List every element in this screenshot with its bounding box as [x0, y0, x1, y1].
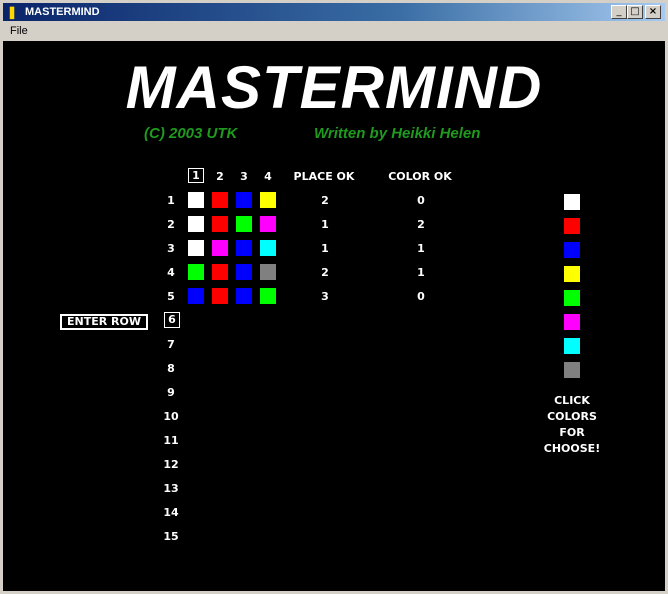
guess-peg — [212, 216, 228, 232]
row-number: 6 — [164, 312, 180, 328]
color-ok-value: 0 — [417, 290, 425, 303]
guess-peg — [236, 240, 252, 256]
palette-color-yellow[interactable] — [564, 266, 580, 282]
column-header-1: 1 — [188, 168, 204, 183]
row-number: 13 — [163, 482, 179, 495]
close-button[interactable]: × — [645, 5, 661, 19]
guess-peg — [260, 288, 276, 304]
palette-color-blue[interactable] — [564, 242, 580, 258]
row-number: 3 — [167, 242, 175, 255]
row-number: 1 — [167, 194, 175, 207]
guess-peg — [236, 288, 252, 304]
title-bar[interactable]: ❚ MASTERMIND _ □ × — [3, 3, 665, 21]
palette-color-cyan[interactable] — [564, 338, 580, 354]
guess-peg — [236, 192, 252, 208]
place-ok-value: 1 — [321, 218, 329, 231]
row-number: 11 — [163, 434, 179, 447]
game-board: MASTERMIND (C) 2003 UTK Written by Heikk… — [3, 41, 665, 591]
color-ok-value: 0 — [417, 194, 425, 207]
app-icon[interactable]: ❚ — [7, 5, 17, 19]
row-number: 5 — [167, 290, 175, 303]
place-ok-value: 1 — [321, 242, 329, 255]
row-number: 10 — [163, 410, 179, 423]
guess-peg — [212, 288, 228, 304]
hint-line: COLORS — [547, 410, 597, 423]
copyright-text: (C) 2003 UTK — [144, 125, 238, 142]
place-ok-value: 2 — [321, 194, 329, 207]
column-header-2: 2 — [216, 170, 224, 183]
color-ok-value: 1 — [417, 242, 425, 255]
row-number: 7 — [167, 338, 175, 351]
place-ok-value: 2 — [321, 266, 329, 279]
row-number: 9 — [167, 386, 175, 399]
color-ok-header: COLOR OK — [388, 170, 452, 183]
column-header-4: 4 — [264, 170, 272, 183]
palette-color-magenta[interactable] — [564, 314, 580, 330]
guess-peg — [260, 240, 276, 256]
guess-peg — [260, 216, 276, 232]
guess-peg — [188, 288, 204, 304]
hint-line: CHOOSE! — [543, 442, 601, 455]
maximize-button[interactable]: □ — [627, 5, 643, 19]
guess-peg — [188, 192, 204, 208]
game-title: MASTERMIND — [125, 54, 543, 121]
palette-color-white[interactable] — [564, 194, 580, 210]
row-number: 8 — [167, 362, 175, 375]
guess-peg — [212, 240, 228, 256]
color-ok-value: 2 — [417, 218, 425, 231]
minimize-button[interactable]: _ — [611, 5, 627, 19]
color-ok-value: 1 — [417, 266, 425, 279]
guess-peg — [188, 216, 204, 232]
guess-peg — [260, 264, 276, 280]
menu-file[interactable]: File — [10, 25, 28, 37]
guess-peg — [260, 192, 276, 208]
place-ok-value: 3 — [321, 290, 329, 303]
row-number: 14 — [163, 506, 179, 519]
hint-line: CLICK — [554, 394, 590, 407]
guess-peg — [188, 240, 204, 256]
enter-row-button[interactable]: ENTER ROW — [60, 314, 148, 330]
row-number: 15 — [163, 530, 179, 543]
app-window: ❚ MASTERMIND _ □ × File MASTERMIND (C) 2… — [0, 0, 668, 594]
guess-peg — [212, 264, 228, 280]
place-ok-header: PLACE OK — [293, 170, 355, 183]
palette-color-green[interactable] — [564, 290, 580, 306]
window-title: MASTERMIND — [25, 6, 100, 18]
guess-peg — [212, 192, 228, 208]
row-number: 4 — [167, 266, 175, 279]
choose-hint: CLICK COLORS FOR CHOOSE! — [532, 393, 612, 457]
guess-peg — [188, 264, 204, 280]
palette-color-red[interactable] — [564, 218, 580, 234]
guess-peg — [236, 216, 252, 232]
row-number: 12 — [163, 458, 179, 471]
hint-line: FOR — [559, 426, 585, 439]
row-number: 2 — [167, 218, 175, 231]
column-header-3: 3 — [240, 170, 248, 183]
guess-peg — [236, 264, 252, 280]
author-text: Written by Heikki Helen — [314, 125, 481, 142]
palette-color-gray[interactable] — [564, 362, 580, 378]
menu-bar: File — [3, 22, 665, 41]
